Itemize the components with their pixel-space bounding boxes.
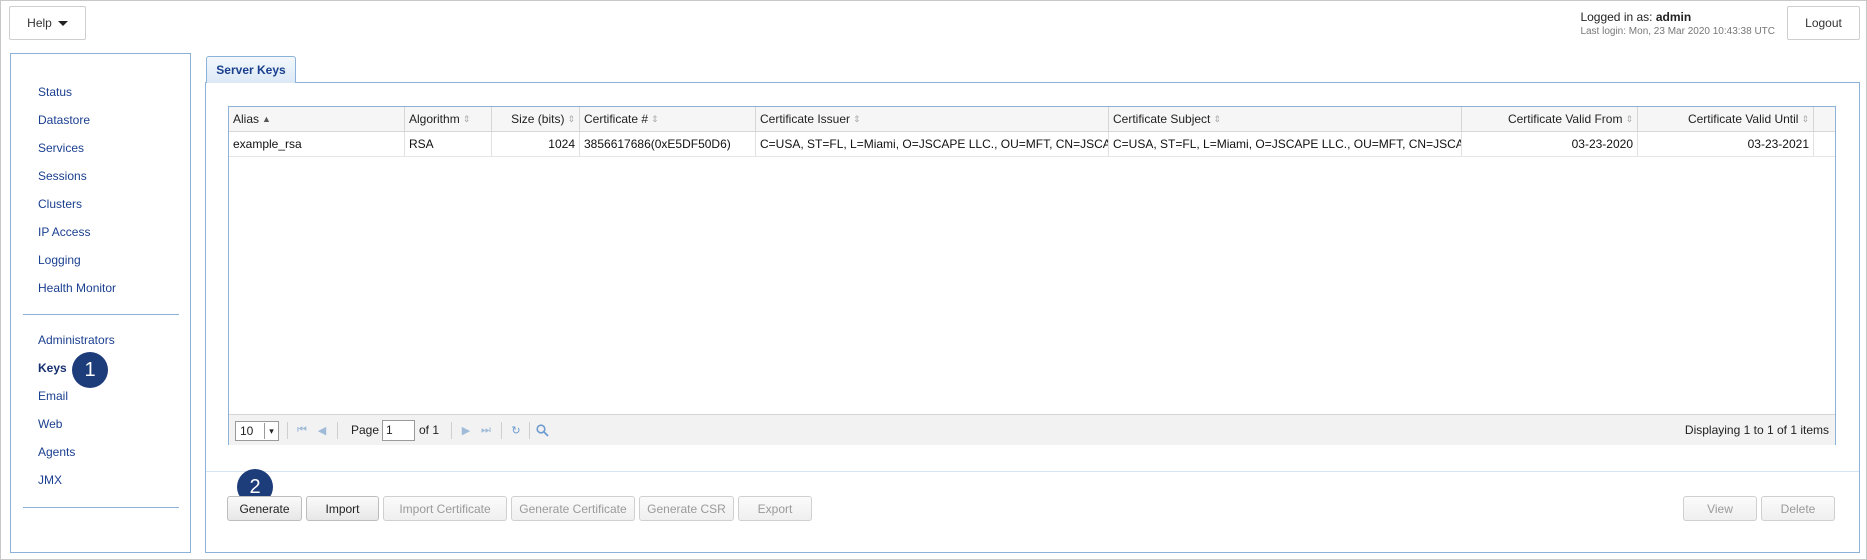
page-number-input[interactable]: 1 xyxy=(382,420,415,441)
toolbar-divider xyxy=(206,471,1859,472)
sort-icon: ⇕ xyxy=(651,114,659,124)
import-button[interactable]: Import xyxy=(306,496,379,521)
column-label: Size (bits) xyxy=(511,112,565,126)
sidebar-item-ip-access[interactable]: IP Access xyxy=(38,218,116,246)
generate-certificate-button[interactable]: Generate Certificate xyxy=(511,496,635,521)
tab-server-keys[interactable]: Server Keys xyxy=(206,56,296,83)
logout-button[interactable]: Logout xyxy=(1787,6,1860,40)
page-size-select[interactable]: 10 ▾ xyxy=(235,421,279,441)
view-button[interactable]: View xyxy=(1683,496,1757,521)
sort-icon: ⇕ xyxy=(853,114,861,124)
generate-button[interactable]: Generate xyxy=(227,496,302,521)
next-page-icon[interactable]: ▶ xyxy=(459,423,473,437)
chevron-down-icon: ▾ xyxy=(264,423,278,439)
sidebar-item-logging[interactable]: Logging xyxy=(38,246,116,274)
sort-icon: ⇕ xyxy=(1213,114,1221,124)
cell-cert-number: 3856617686(0xE5DF50D6) xyxy=(580,132,756,157)
sort-icon: ⇕ xyxy=(1625,114,1633,124)
prev-page-icon[interactable]: ◀ xyxy=(315,423,329,437)
pagination-bar: 10 ▾ ⏮ ◀ Page 1 of 1 ▶ ⏭ ↻ Displaying 1 … xyxy=(229,414,1835,445)
sort-icon: ⇕ xyxy=(462,114,471,124)
help-label: Help xyxy=(27,16,52,30)
sidebar-item-jmx[interactable]: JMX xyxy=(38,466,115,494)
column-header-algorithm[interactable]: Algorithm ⇕ xyxy=(405,107,492,132)
export-button[interactable]: Export xyxy=(738,496,812,521)
cell-algorithm: RSA xyxy=(405,132,492,157)
column-header-issuer[interactable]: Certificate Issuer ⇕ xyxy=(756,107,1109,132)
sort-icon: ⇕ xyxy=(1801,114,1809,124)
sidebar-group-main: Status Datastore Services Sessions Clust… xyxy=(38,78,116,302)
sidebar-item-health-monitor[interactable]: Health Monitor xyxy=(38,274,116,302)
cell-subject: C=USA, ST=FL, L=Miami, O=JSCAPE LLC., OU… xyxy=(1109,132,1462,157)
sidebar-item-administrators[interactable]: Administrators xyxy=(38,326,115,354)
first-page-icon[interactable]: ⏮ xyxy=(295,423,309,437)
display-count: Displaying 1 to 1 of 1 items xyxy=(1684,423,1829,437)
sidebar-item-sessions[interactable]: Sessions xyxy=(38,162,116,190)
logged-in-prefix: Logged in as: xyxy=(1580,10,1653,24)
column-label: Certificate Subject xyxy=(1113,112,1211,126)
column-header-valid-until[interactable]: Certificate Valid Until ⇕ xyxy=(1638,107,1814,132)
pager-separator xyxy=(529,422,530,439)
cell-valid-from: 03-23-2020 xyxy=(1462,132,1638,157)
column-header-cert-number[interactable]: Certificate # ⇕ xyxy=(580,107,756,132)
sidebar-divider xyxy=(23,507,179,508)
sidebar-item-services[interactable]: Services xyxy=(38,134,116,162)
column-label: Certificate Issuer xyxy=(760,112,851,126)
pager-separator xyxy=(337,422,338,439)
import-certificate-button[interactable]: Import Certificate xyxy=(383,496,507,521)
refresh-icon[interactable]: ↻ xyxy=(509,423,523,437)
sidebar-item-web[interactable]: Web xyxy=(38,410,115,438)
username: admin xyxy=(1655,10,1692,24)
pager-separator xyxy=(451,422,452,439)
sidebar-group-config: Administrators Keys Email Web Agents JMX xyxy=(38,326,115,494)
help-menu-button[interactable]: Help xyxy=(9,6,86,40)
pager-separator xyxy=(287,422,288,439)
column-header-alias[interactable]: Alias ▲ xyxy=(229,107,405,132)
search-icon[interactable] xyxy=(535,423,549,437)
delete-button[interactable]: Delete xyxy=(1761,496,1835,521)
column-label: Certificate Valid From xyxy=(1507,112,1623,126)
logged-in-line: Logged in as: admin xyxy=(1580,10,1775,24)
cell-issuer: C=USA, ST=FL, L=Miami, O=JSCAPE LLC., OU… xyxy=(756,132,1109,157)
sidebar-item-clusters[interactable]: Clusters xyxy=(38,190,116,218)
cell-alias: example_rsa xyxy=(229,132,405,157)
cell-size: 1024 xyxy=(492,132,580,157)
keys-grid: Alias ▲ Algorithm ⇕ Size (bits) ⇕ Certifica… xyxy=(228,106,1836,445)
last-login: Last login: Mon, 23 Mar 2020 10:43:38 UT… xyxy=(1580,26,1775,37)
page-of-label: of 1 xyxy=(419,423,440,437)
column-header-size[interactable]: Size (bits) ⇕ xyxy=(492,107,580,132)
generate-csr-button[interactable]: Generate CSR xyxy=(639,496,734,521)
column-label: Alias xyxy=(233,112,260,126)
table-row[interactable]: example_rsa RSA 1024 3856617686(0xE5DF50… xyxy=(229,132,1835,157)
column-label: Certificate Valid Until xyxy=(1687,112,1799,126)
login-info: Logged in as: admin Last login: Mon, 23 … xyxy=(1580,10,1775,37)
sidebar: Status Datastore Services Sessions Clust… xyxy=(10,53,191,553)
sidebar-item-agents[interactable]: Agents xyxy=(38,438,115,466)
sort-icon: ⇕ xyxy=(567,114,575,124)
caret-down-icon xyxy=(57,20,68,26)
column-header-valid-from[interactable]: Certificate Valid From ⇕ xyxy=(1462,107,1638,132)
pager-separator xyxy=(501,422,502,439)
step-badge-1: 1 xyxy=(72,352,108,388)
cell-valid-until: 03-23-2021 xyxy=(1638,132,1814,157)
page-size-value: 10 xyxy=(240,424,254,438)
sidebar-item-status[interactable]: Status xyxy=(38,78,116,106)
grid-header: Alias ▲ Algorithm ⇕ Size (bits) ⇕ Certifica… xyxy=(229,107,1835,132)
sidebar-item-datastore[interactable]: Datastore xyxy=(38,106,116,134)
sidebar-item-email[interactable]: Email xyxy=(38,382,115,410)
sort-asc-icon: ▲ xyxy=(262,114,271,124)
last-page-icon[interactable]: ⏭ xyxy=(479,423,493,437)
sidebar-divider xyxy=(23,314,179,315)
column-label: Certificate # xyxy=(584,112,649,126)
column-header-subject[interactable]: Certificate Subject ⇕ xyxy=(1109,107,1462,132)
column-label: Algorithm xyxy=(409,112,460,126)
page-word: Page xyxy=(351,423,380,437)
